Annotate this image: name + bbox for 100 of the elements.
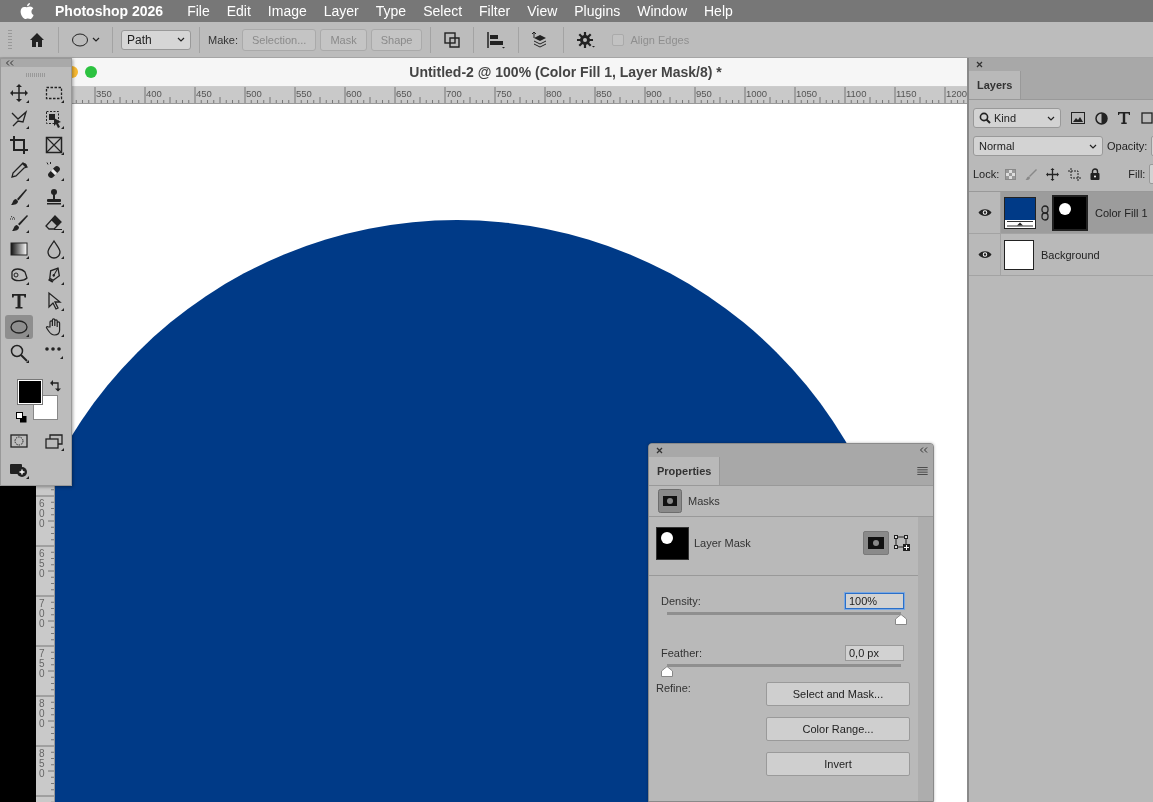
caret-icon — [92, 37, 100, 42]
pixel-mask-button[interactable] — [863, 531, 889, 555]
settings-icon — [576, 30, 597, 49]
ruler-label: 600 — [39, 499, 45, 529]
align-icon — [486, 30, 507, 49]
ruler-label: 900 — [646, 88, 662, 99]
fill-layer-thumbnail — [1004, 196, 1036, 229]
visibility-eye-icon[interactable] — [977, 208, 992, 217]
ruler-label: 600 — [346, 88, 362, 99]
ruler-label: 700 — [446, 88, 462, 99]
history-brush-icon — [9, 213, 29, 233]
caret-icon — [1089, 143, 1097, 149]
menu-item[interactable]: Image — [267, 3, 307, 19]
home-icon — [28, 30, 46, 49]
eraser-icon — [44, 213, 64, 233]
chain-icon — [1040, 204, 1050, 221]
drop-icon — [44, 239, 64, 259]
panel-tab[interactable]: Layers — [969, 71, 1022, 99]
opacity-label: Opacity: — [1107, 140, 1148, 152]
caret-icon — [177, 37, 185, 42]
ruler-label: 400 — [146, 88, 162, 99]
ruler-label: 550 — [296, 88, 312, 99]
layer-row[interactable]: Color Fill 1 — [969, 192, 1153, 234]
menu-item[interactable]: Type — [375, 3, 407, 19]
density-label: Density: — [661, 595, 701, 607]
menu-item[interactable]: Layer — [323, 3, 359, 19]
ruler-label: 850 — [596, 88, 612, 99]
ruler-label: 800 — [39, 699, 45, 729]
visibility-eye-icon[interactable] — [977, 250, 992, 259]
feather-field[interactable]: 0,0 px — [845, 645, 904, 661]
image-filter-icon — [1071, 112, 1085, 124]
panel-tab[interactable]: Properties — [649, 457, 721, 485]
lock-artboard-icon — [1068, 167, 1082, 181]
menu-item[interactable]: Plugins — [574, 3, 621, 19]
foreground-color-swatch[interactable] — [18, 380, 42, 404]
ruler-label: 1050 — [796, 88, 818, 99]
close-icon — [976, 60, 983, 68]
collapse-icon — [919, 447, 928, 453]
layer-name: Color Fill 1 — [1095, 206, 1148, 219]
type-filter-icon — [1118, 112, 1130, 124]
lock-position-icon — [1046, 167, 1060, 181]
apple-icon — [19, 2, 35, 20]
ruler-label: 500 — [246, 88, 262, 99]
ellipse-tool-button[interactable] — [5, 315, 33, 339]
quick-mask-icon — [9, 431, 29, 451]
ruler-label: 1100 — [846, 88, 867, 99]
blend-mode-dropdown[interactable]: Normal — [973, 136, 1103, 156]
refine-button[interactable]: Color Range... — [766, 717, 910, 741]
brush-icon — [9, 187, 29, 207]
ruler-label: 700 — [39, 599, 45, 629]
eye-icon — [977, 250, 992, 259]
menu-item[interactable]: File — [187, 3, 210, 19]
ruler-label: 850 — [39, 749, 45, 779]
bandage-icon — [44, 161, 64, 181]
feather-label: Feather: — [661, 647, 702, 659]
menu-item[interactable]: Help — [704, 3, 733, 19]
menu-item[interactable]: View — [527, 3, 558, 19]
crop-icon — [9, 135, 29, 155]
minimize-button[interactable] — [72, 66, 78, 78]
vector-mask-icon — [894, 535, 910, 551]
more-icon — [45, 347, 63, 359]
layer-mask-thumbnail — [1052, 194, 1088, 231]
move-icon — [9, 83, 29, 103]
layer-name: Background — [1041, 248, 1100, 261]
caret-icon — [1047, 115, 1055, 121]
hand-icon — [44, 317, 64, 337]
grip-handle[interactable] — [8, 29, 12, 50]
filter-dropdown[interactable]: Kind — [973, 108, 1061, 128]
document-title: Untitled-2 @ 100% (Color Fill 1, Layer Mask/8) * — [408, 64, 723, 80]
scrollbar[interactable] — [918, 517, 933, 801]
menu-item[interactable]: Filter — [479, 3, 511, 19]
refine-button[interactable]: Invert — [766, 752, 910, 776]
shape-filter-icon — [1140, 111, 1153, 125]
menu-item[interactable]: Window — [637, 3, 687, 19]
stamp-icon — [44, 187, 64, 207]
density-field[interactable]: 100% — [845, 593, 904, 609]
ruler-label: 750 — [496, 88, 512, 99]
mask-name: Layer Mask — [694, 537, 752, 549]
search-icon — [979, 112, 991, 124]
menu-item[interactable]: Edit — [226, 3, 251, 19]
swap-colors-icon — [50, 380, 62, 392]
vector-mask-button[interactable] — [894, 535, 910, 551]
ellipse-icon — [71, 31, 89, 48]
lock-paint-icon — [1025, 168, 1038, 180]
slider-thumb[interactable] — [895, 614, 907, 625]
slider-thumb[interactable] — [661, 666, 673, 677]
app-name-menu[interactable]: Photoshop 2026 — [55, 3, 164, 19]
pixel-mask-icon — [868, 537, 884, 549]
layer-thumbnail — [1004, 239, 1034, 270]
layer-row[interactable]: Background — [969, 234, 1153, 276]
default-colors-icon — [16, 412, 27, 423]
path-operations-icon — [443, 30, 462, 49]
menu-item[interactable]: Select — [423, 3, 463, 19]
refine-button[interactable]: Select and Mask... — [766, 682, 910, 706]
section-title: Masks — [688, 495, 720, 507]
grip-handle[interactable] — [26, 73, 46, 77]
ruler-label: 650 — [396, 88, 412, 99]
lock-icon — [1090, 168, 1101, 180]
frame-icon — [44, 135, 64, 155]
mode-dropdown[interactable]: Path — [121, 29, 191, 50]
